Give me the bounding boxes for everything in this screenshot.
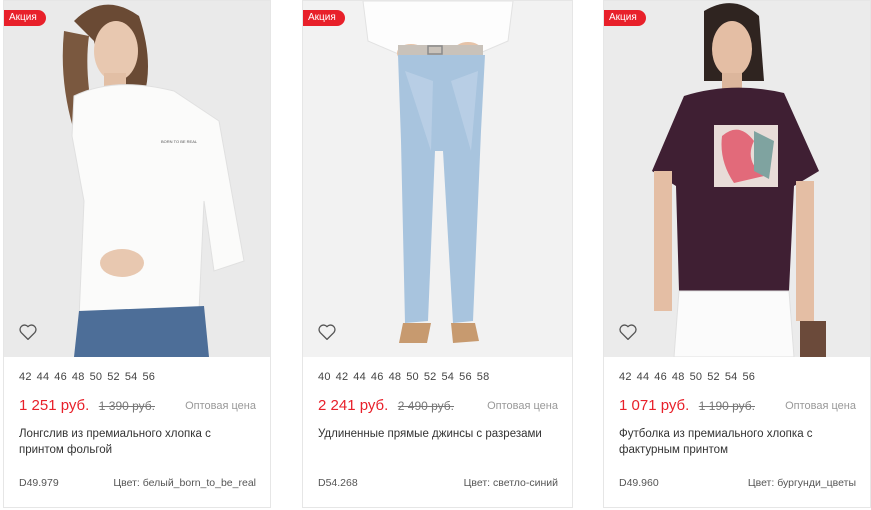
size-option[interactable]: 42 [619, 371, 632, 383]
current-price: 1 251 руб. [19, 397, 90, 414]
product-image-tshirt [604, 1, 870, 357]
size-option[interactable]: 56 [459, 371, 472, 383]
promo-badge: Акция [604, 10, 646, 26]
old-price: 1 190 руб. [698, 399, 756, 413]
product-sku: D49.979 [19, 477, 59, 489]
current-price: 1 071 руб. [619, 397, 690, 414]
size-option[interactable]: 44 [37, 371, 50, 383]
size-option[interactable]: 50 [406, 371, 419, 383]
product-title[interactable]: Футболка из премиального хлопка с фактур… [619, 426, 856, 458]
size-option[interactable]: 52 [107, 371, 120, 383]
product-sku: D54.268 [318, 477, 358, 489]
product-card[interactable]: BORN TO BE REAL Акция 42 44 46 48 50 52 54 56 1… [3, 0, 271, 508]
old-price: 1 390 руб. [98, 399, 156, 413]
size-option[interactable]: 52 [424, 371, 437, 383]
size-option[interactable]: 42 [19, 371, 32, 383]
size-option[interactable]: 56 [142, 371, 155, 383]
heart-icon[interactable] [18, 323, 38, 341]
size-option[interactable]: 54 [125, 371, 138, 383]
wholesale-price-link[interactable]: Оптовая цена [487, 400, 558, 412]
wholesale-price-link[interactable]: Оптовая цена [185, 400, 256, 412]
size-option[interactable]: 46 [371, 371, 384, 383]
heart-icon[interactable] [317, 323, 337, 341]
size-option[interactable]: 44 [637, 371, 650, 383]
size-option[interactable]: 44 [353, 371, 366, 383]
size-option[interactable]: 50 [90, 371, 103, 383]
product-title[interactable]: Лонгслив из премиального хлопка с принто… [19, 426, 256, 458]
product-photo[interactable]: Акция [303, 1, 572, 357]
size-option[interactable]: 40 [318, 371, 331, 383]
product-color: Цвет: светло-синий [463, 477, 558, 489]
product-image-jeans [303, 1, 572, 357]
product-color: Цвет: белый_born_to_be_real [113, 477, 256, 489]
product-image-longsleeve: BORN TO BE REAL [4, 1, 270, 357]
heart-icon[interactable] [618, 323, 638, 341]
size-option[interactable]: 46 [654, 371, 667, 383]
size-option[interactable]: 58 [477, 371, 490, 383]
price-row: 1 071 руб. 1 190 руб. Оптовая цена [619, 397, 856, 417]
size-list: 40 42 44 46 48 50 52 54 56 58 [318, 371, 494, 383]
svg-text:BORN TO BE REAL: BORN TO BE REAL [161, 139, 198, 144]
old-price: 2 490 руб. [397, 399, 455, 413]
price-row: 1 251 руб. 1 390 руб. Оптовая цена [19, 397, 256, 417]
wholesale-price-link[interactable]: Оптовая цена [785, 400, 856, 412]
size-option[interactable]: 54 [441, 371, 454, 383]
product-photo[interactable]: BORN TO BE REAL Акция [4, 1, 270, 357]
size-option[interactable]: 46 [54, 371, 67, 383]
product-color: Цвет: бургунди_цветы [747, 477, 856, 489]
current-price: 2 241 руб. [318, 397, 389, 414]
size-option[interactable]: 52 [707, 371, 720, 383]
product-sku: D49.960 [619, 477, 659, 489]
size-option[interactable]: 48 [389, 371, 402, 383]
promo-badge: Акция [4, 10, 46, 26]
size-option[interactable]: 48 [672, 371, 685, 383]
promo-badge: Акция [303, 10, 345, 26]
size-option[interactable]: 56 [742, 371, 755, 383]
size-option[interactable]: 54 [725, 371, 738, 383]
size-list: 42 44 46 48 50 52 54 56 [619, 371, 760, 383]
product-photo[interactable]: Акция [604, 1, 870, 357]
size-option[interactable]: 48 [72, 371, 85, 383]
size-option[interactable]: 42 [336, 371, 349, 383]
price-row: 2 241 руб. 2 490 руб. Оптовая цена [318, 397, 558, 417]
size-option[interactable]: 50 [690, 371, 703, 383]
product-title[interactable]: Удлиненные прямые джинсы с разрезами [318, 426, 558, 442]
product-card[interactable]: Акция 42 44 46 48 50 52 54 56 1 071 руб. 1 190 … [603, 0, 871, 508]
product-card[interactable]: Акция 40 42 44 46 48 50 52 54 56 58 2 241 руб. 2 … [302, 0, 573, 508]
size-list: 42 44 46 48 50 52 54 56 [19, 371, 160, 383]
